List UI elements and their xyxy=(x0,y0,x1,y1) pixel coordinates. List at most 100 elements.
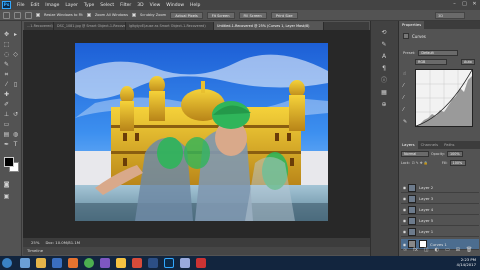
opacity-field[interactable]: 100% xyxy=(446,151,463,157)
info-icon[interactable]: ⓘ xyxy=(379,77,389,84)
quick-select-tool-icon[interactable]: ✎ xyxy=(3,61,10,68)
timeline-panel-tab[interactable]: Timeline xyxy=(23,247,370,255)
tab-document-3[interactable]: lgItgtyvE(ause as Smart Object-1-Recover… xyxy=(126,22,214,30)
marquee-tool-icon[interactable]: ⬚ xyxy=(3,41,10,48)
healing-brush-tool-icon[interactable]: ✚ xyxy=(3,91,10,98)
layer-row[interactable]: ◉ Layer 5 xyxy=(401,216,479,226)
type-tool-icon[interactable]: T xyxy=(12,141,19,148)
app2-icon[interactable] xyxy=(132,258,142,268)
menu-edit[interactable]: Edit xyxy=(31,3,40,8)
app4-icon[interactable] xyxy=(196,258,206,268)
menu-view[interactable]: View xyxy=(150,3,161,8)
navigator-icon[interactable]: ⊕ xyxy=(379,101,389,108)
workspace-select[interactable]: 3D xyxy=(435,12,465,19)
visibility-eye-icon[interactable]: ◉ xyxy=(401,242,408,247)
history-icon[interactable]: ⟲ xyxy=(379,29,389,36)
auto-button[interactable]: Auto xyxy=(461,59,475,65)
fit-screen-button[interactable]: Fit Screen xyxy=(206,11,235,19)
app3-icon[interactable] xyxy=(180,258,190,268)
menu-image[interactable]: Image xyxy=(45,3,59,8)
menu-type[interactable]: Type xyxy=(84,3,94,8)
character-icon[interactable]: A xyxy=(379,53,389,60)
eraser-tool-icon[interactable]: ▭ xyxy=(3,121,10,128)
curves-graph[interactable] xyxy=(415,69,473,127)
gradient-tool-icon[interactable]: ▤ xyxy=(3,131,10,138)
tab-paths[interactable]: Paths xyxy=(441,141,457,149)
on-image-adjust-icon[interactable]: ☝ xyxy=(403,71,407,77)
quick-mask-icon[interactable]: ◙ xyxy=(3,181,10,188)
zoom-tool-icon[interactable] xyxy=(3,11,10,19)
document-canvas[interactable] xyxy=(75,43,328,221)
brush-presets-icon[interactable]: ✎ xyxy=(379,41,389,48)
start-button[interactable] xyxy=(2,258,12,268)
system-clock[interactable]: 2:23 PM 4/14/2017 xyxy=(457,257,476,267)
firefox-icon[interactable] xyxy=(68,258,78,268)
foreground-color-swatch[interactable] xyxy=(4,157,14,167)
layer-style-icon[interactable]: fx xyxy=(413,247,418,253)
add-mask-icon[interactable]: ◫ xyxy=(424,247,429,253)
zoom-level[interactable]: 25% xyxy=(31,240,39,245)
actual-pixels-button[interactable]: Actual Pixels xyxy=(170,11,203,19)
visibility-eye-icon[interactable]: ◉ xyxy=(401,218,408,223)
print-size-button[interactable]: Print Size xyxy=(270,11,298,19)
crop-tool-icon[interactable]: ⌗ xyxy=(3,71,10,78)
menu-window[interactable]: Window xyxy=(166,3,184,8)
file-explorer-icon[interactable] xyxy=(36,258,46,268)
adjustment-layer-icon[interactable]: ◐ xyxy=(435,247,439,253)
polygon-lasso-tool-icon[interactable]: ◇ xyxy=(12,51,19,58)
pencil-curve-icon[interactable]: ✎ xyxy=(403,119,407,125)
ruler-tool-icon[interactable]: ▯ xyxy=(12,81,19,88)
blur-tool-icon[interactable]: ◍ xyxy=(12,131,19,138)
eyedropper-white-icon[interactable]: ⁄ xyxy=(403,107,407,113)
maximize-button[interactable]: □ xyxy=(461,1,468,8)
visibility-eye-icon[interactable]: ◉ xyxy=(401,207,408,212)
fill-field[interactable]: 100% xyxy=(449,160,466,166)
paragraph-icon[interactable]: ¶ xyxy=(379,65,389,72)
layer-row[interactable]: ◉ Layer 2 xyxy=(401,183,479,193)
menu-3d[interactable]: 3D xyxy=(137,3,143,8)
move-tool-icon[interactable]: ✥ xyxy=(3,31,10,38)
lock-icons[interactable]: ⊡ ✎ ✥ 🔒 xyxy=(412,161,440,165)
zoom-out-icon[interactable] xyxy=(25,11,32,19)
minimize-button[interactable]: – xyxy=(451,1,458,8)
layer-row[interactable]: ◉ Layer 4 xyxy=(401,205,479,215)
canvas-area[interactable] xyxy=(23,30,370,238)
tab-document-active[interactable]: Untitled-1-Recovered @ 25% (Curves 1, La… xyxy=(214,22,324,30)
eyedropper-gray-icon[interactable]: ⁄ xyxy=(403,95,407,101)
history-brush-tool-icon[interactable]: ↺ xyxy=(12,111,19,118)
photoshop-taskbar-icon[interactable] xyxy=(164,258,174,268)
menu-file[interactable]: File xyxy=(17,3,25,8)
menu-help[interactable]: Help xyxy=(190,3,200,8)
eyedropper-black-icon[interactable]: ⁄ xyxy=(403,83,407,89)
folder-icon[interactable] xyxy=(116,258,126,268)
fill-screen-button[interactable]: Fill Screen xyxy=(238,11,267,19)
screen-mode-icon[interactable]: ▣ xyxy=(3,193,10,200)
visibility-eye-icon[interactable]: ◉ xyxy=(401,185,408,190)
visibility-eye-icon[interactable]: ◉ xyxy=(401,229,408,234)
channel-dropdown[interactable]: RGB xyxy=(415,59,447,65)
tab-document-1[interactable]: ...1-Recovered) xyxy=(24,22,54,30)
pen-tool-icon[interactable]: ✒ xyxy=(3,141,10,148)
tab-properties[interactable]: Properties xyxy=(399,21,425,29)
trash-icon[interactable]: 🗑 xyxy=(466,247,472,253)
scrubby-zoom-checkbox[interactable] xyxy=(131,13,136,17)
zoom-in-icon[interactable] xyxy=(14,11,21,19)
blend-mode-dropdown[interactable]: Normal xyxy=(401,151,429,157)
menu-layer[interactable]: Layer xyxy=(65,3,78,8)
visibility-eye-icon[interactable]: ◉ xyxy=(401,196,408,201)
brush-tool-icon[interactable]: ✐ xyxy=(3,101,10,108)
link-layers-icon[interactable]: ∞ xyxy=(403,247,407,253)
tab-document-2[interactable]: DSC_1081.jpg @ Smart Object-1-Recovered xyxy=(54,22,126,30)
layer-row[interactable]: ◉ Layer 3 xyxy=(401,194,479,204)
preset-dropdown[interactable]: Default xyxy=(418,50,459,56)
eyedropper-tool-icon[interactable]: ⁄ xyxy=(3,81,10,88)
menu-select[interactable]: Select xyxy=(100,3,114,8)
ie-icon[interactable] xyxy=(20,258,30,268)
word-icon[interactable] xyxy=(148,258,158,268)
media-icon[interactable] xyxy=(52,258,62,268)
chrome-icon[interactable] xyxy=(84,258,94,268)
tab-layers[interactable]: Layers xyxy=(399,141,418,149)
lasso-tool-icon[interactable]: ◌ xyxy=(3,51,10,58)
stamp-tool-icon[interactable]: ⊥ xyxy=(3,111,10,118)
swatches-icon[interactable]: ▦ xyxy=(379,89,389,96)
